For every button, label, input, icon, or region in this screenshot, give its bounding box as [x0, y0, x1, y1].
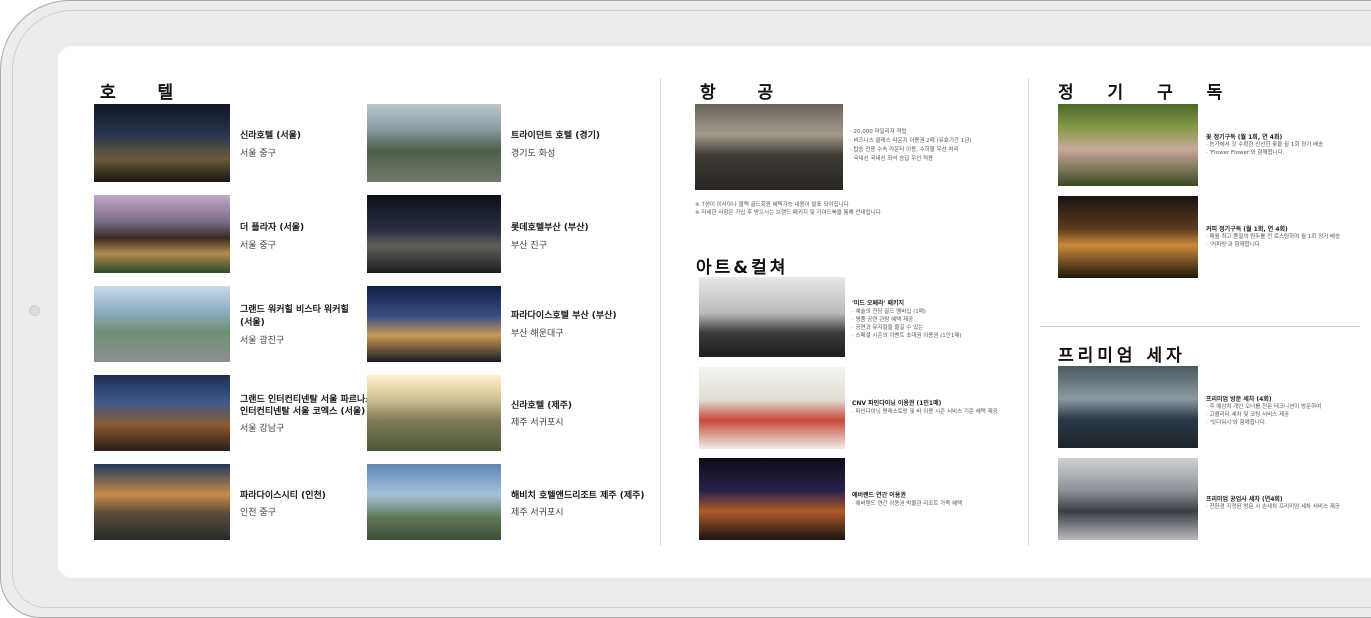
art-line: · 파인다이닝 명레스토랑 및 바 이용 시즌 서비스 기준 혜택 제공: [852, 409, 998, 415]
hotel-name: 롯데호텔부산 (부산): [511, 223, 589, 233]
hotel-location: 제주 서귀포시: [511, 418, 564, 428]
art-thumb[interactable]: [699, 458, 845, 540]
art-title: CNV 파인다이닝 이용권 (1인1매): [852, 400, 942, 407]
hotel-location: 서울 중구: [240, 241, 276, 251]
hotel-location: 서울 광진구: [240, 336, 285, 346]
hotel-thumb[interactable]: [367, 104, 501, 182]
hotel-name: 파라다이스시티 (인천): [240, 491, 326, 501]
subscription-thumb[interactable]: [1058, 104, 1198, 186]
premium-thumb[interactable]: [1058, 366, 1198, 448]
subscription-title: 커피 정기구독 (월 1회, 연 4회): [1206, 226, 1288, 233]
air-line: · 비즈니스 클래스 라운지 이용권 2매 (유효기간 1년): [850, 138, 972, 144]
hotel-location: 서울 중구: [240, 149, 276, 159]
premium-line: · 주 예상치 개인 오너를 전문 테크니션이 방문하여: [1206, 404, 1322, 410]
hotel-thumb[interactable]: [94, 104, 230, 182]
air-note: ※ 7성이 이사이나 블랙 골드회원 혜택가능 내용이 발표 되어집니다: [695, 202, 849, 208]
hotel-thumb[interactable]: [94, 464, 230, 540]
hotel-thumb[interactable]: [367, 464, 501, 540]
subscription-line: · 농가에서 갓 수확한 신선한 꽃을 월 1회 정기 배송: [1206, 142, 1324, 148]
hotel-name: 파라다이스호텔 부산 (부산): [511, 311, 617, 321]
hotel-location: 경기도 화성: [511, 149, 556, 159]
premium-line: · 친환경 지정된 방문 시 손세차 프리미엄 세차 서비스 제공: [1206, 504, 1340, 510]
hotel-location: 부산 해운대구: [511, 329, 564, 339]
hotel-location: 인천 중구: [240, 508, 276, 518]
divider-right: [1028, 78, 1029, 546]
hotel-name: 해비치 호텔앤드리조트 제주 (제주): [511, 491, 645, 501]
hotel-name: 더 플라자 (서울): [240, 223, 305, 233]
hotel-name-line2: 인터컨티넨탈 서울 코엑스 (서울): [240, 407, 366, 417]
premium-thumb[interactable]: [1058, 458, 1198, 540]
hotel-thumb[interactable]: [367, 286, 501, 362]
art-thumb[interactable]: [699, 277, 845, 357]
hotel-name: 트라이던트 호텔 (경기): [511, 131, 601, 141]
art-title: 에버랜드 연간 이용권: [852, 492, 906, 499]
hotel-location: 부산 진구: [511, 241, 547, 251]
art-section-title: 아트&컬쳐: [696, 258, 789, 278]
hotel-thumb[interactable]: [94, 375, 230, 451]
art-line: · 에버랜드 연간 이용권 박물관 리조트 가족 혜택: [852, 501, 963, 507]
art-line: · 공연과 뮤지컬을 즐길 수 있는: [852, 325, 924, 331]
art-line: · 예술의 전당 골드 멤버십 (1매): [852, 309, 926, 315]
subscription-thumb[interactable]: [1058, 196, 1198, 278]
premium-section-title: 프리미엄 세자: [1058, 346, 1186, 366]
hotel-thumb[interactable]: [367, 195, 501, 273]
hotel-section-title: 호 텔: [100, 83, 192, 103]
hotel-location: 제주 서귀포시: [511, 508, 564, 518]
subscription-title: 꽃 정기구독 (월 1회, 연 4회): [1206, 134, 1283, 141]
hotel-thumb[interactable]: [94, 195, 230, 273]
air-line: · 탑승 전용 수속 카운터 이용, 수하물 우선 처리: [850, 147, 959, 153]
air-line: · 국내선 국내선 좌석 승급 우선 적용: [850, 156, 934, 162]
divider-subscription: [1040, 326, 1360, 327]
subscription-section-title: 정 기 구 독: [1058, 83, 1237, 103]
hotel-thumb[interactable]: [94, 286, 230, 362]
air-thumb[interactable]: [695, 104, 843, 190]
subscription-line: · 'Flower Flower'와 함께합니다.: [1206, 150, 1285, 156]
air-note: ※ 자세한 사항은 가입 후 받으시는 브랜드 패키지 및 가이드북을 통해 안…: [695, 210, 881, 216]
premium-title: 프리미엄 공업사 세차 (연4회): [1206, 496, 1283, 503]
air-section-title: 항 공: [700, 83, 792, 103]
art-thumb[interactable]: [699, 367, 845, 449]
hotel-location: 서울 강남구: [240, 424, 285, 434]
hotel-name: 신라호텔 (제주): [511, 401, 573, 411]
premium-line: · '잇더워시'와 함께합니다.: [1206, 420, 1267, 426]
subscription-line: · '커피랑'과 함께합니다.: [1206, 242, 1262, 248]
art-title: '미드 오페라' 패키지: [852, 300, 905, 307]
air-line: · 20,000 마일리지 적립: [850, 129, 907, 135]
premium-title: 프리미엄 방문 세차 (4회): [1206, 396, 1272, 403]
premium-line: · 고퀄리티 세차 및 코팅 서비스 제공: [1206, 412, 1290, 418]
camera-dot-icon: [29, 305, 40, 316]
hotel-thumb[interactable]: [367, 375, 501, 451]
hotel-name: 그랜드 워커힐 비스타 워커힐 (서울): [240, 305, 349, 328]
subscription-line: · 매월 최고 품질의 원두를 전 로스팅하여 월 1회 정기 배송: [1206, 234, 1341, 240]
divider-left: [660, 78, 661, 546]
hotel-name: 신라호텔 (서울): [240, 131, 302, 141]
art-line: · 스페셜 시즌의 이벤트 초대권 이용권 (1인1매): [852, 333, 962, 339]
art-line: · 명품 공연 관람 혜택 제공: [852, 317, 914, 323]
